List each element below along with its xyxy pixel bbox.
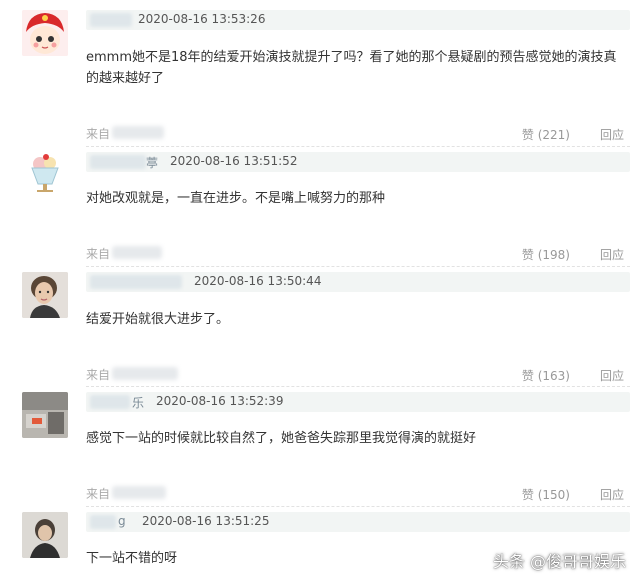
reply-button[interactable]: 回应	[600, 486, 624, 503]
comment-time: 2020-08-16 13:51:52	[170, 154, 298, 168]
comment-source: 来自	[86, 127, 111, 141]
cartoon-girl-avatar-icon	[22, 10, 68, 56]
username-blurred[interactable]	[90, 155, 146, 169]
source-blurred	[112, 126, 164, 139]
username-suffix[interactable]: g	[118, 514, 126, 528]
avatar[interactable]	[22, 10, 68, 56]
like-button[interactable]: 赞 (163)	[522, 367, 570, 384]
comment-text: 结爱开始就很大进步了。	[86, 312, 230, 327]
comment-time: 2020-08-16 13:51:25	[142, 514, 270, 528]
username-suffix[interactable]: 葶	[146, 154, 158, 171]
source-blurred	[112, 486, 166, 499]
sundae-avatar-icon	[22, 150, 68, 196]
comment-header: 乐 2020-08-16 13:52:39	[86, 392, 630, 412]
comment-source: 来自	[86, 368, 111, 382]
room-photo-avatar-icon	[22, 392, 68, 438]
reply-button[interactable]: 回应	[600, 367, 624, 384]
comment-header: 葶 2020-08-16 13:51:52	[86, 152, 630, 172]
divider	[86, 266, 630, 267]
comment-text: emmm她不是18年的结爱开始演技就提升了吗？看了她的那个悬疑剧的预告感觉她的演…	[86, 50, 617, 86]
source-blurred	[112, 246, 162, 259]
reply-button[interactable]: 回应	[600, 126, 624, 143]
comment-time: 2020-08-16 13:53:26	[138, 12, 266, 26]
comment-source: 来自	[86, 487, 111, 501]
like-button[interactable]: 赞 (150)	[522, 486, 570, 503]
comment-header: g 2020-08-16 13:51:25	[86, 512, 630, 532]
avatar[interactable]	[22, 150, 68, 196]
username-blurred[interactable]	[90, 395, 130, 409]
divider	[86, 506, 630, 507]
comment-header: 2020-08-16 13:50:44	[86, 272, 630, 292]
divider	[86, 146, 630, 147]
comment-time: 2020-08-16 13:50:44	[194, 274, 322, 288]
avatar[interactable]	[22, 272, 68, 318]
username-blurred[interactable]	[90, 515, 116, 529]
username-blurred[interactable]	[90, 275, 182, 289]
avatar[interactable]	[22, 512, 68, 558]
woman-portrait-avatar-icon	[22, 272, 68, 318]
comment-source: 来自	[86, 247, 111, 261]
reply-button[interactable]: 回应	[600, 246, 624, 263]
username-blurred[interactable]	[90, 13, 132, 27]
person-photo-avatar-icon	[22, 512, 68, 558]
comment-header: 2020-08-16 13:53:26	[86, 10, 630, 30]
watermark: 头条 @俊哥哥娱乐	[492, 552, 626, 571]
avatar[interactable]	[22, 392, 68, 438]
username-suffix[interactable]: 乐	[132, 394, 144, 411]
source-blurred	[112, 367, 178, 380]
comment-time: 2020-08-16 13:52:39	[156, 394, 284, 408]
divider	[86, 386, 630, 387]
comment-text: 对她改观就是，一直在进步。不是嘴上喊努力的那种	[86, 191, 386, 206]
like-button[interactable]: 赞 (221)	[522, 126, 570, 143]
like-button[interactable]: 赞 (198)	[522, 246, 570, 263]
comment-text: 感觉下一站的时候就比较自然了，她爸爸失踪那里我觉得演的就挺好	[86, 431, 477, 446]
